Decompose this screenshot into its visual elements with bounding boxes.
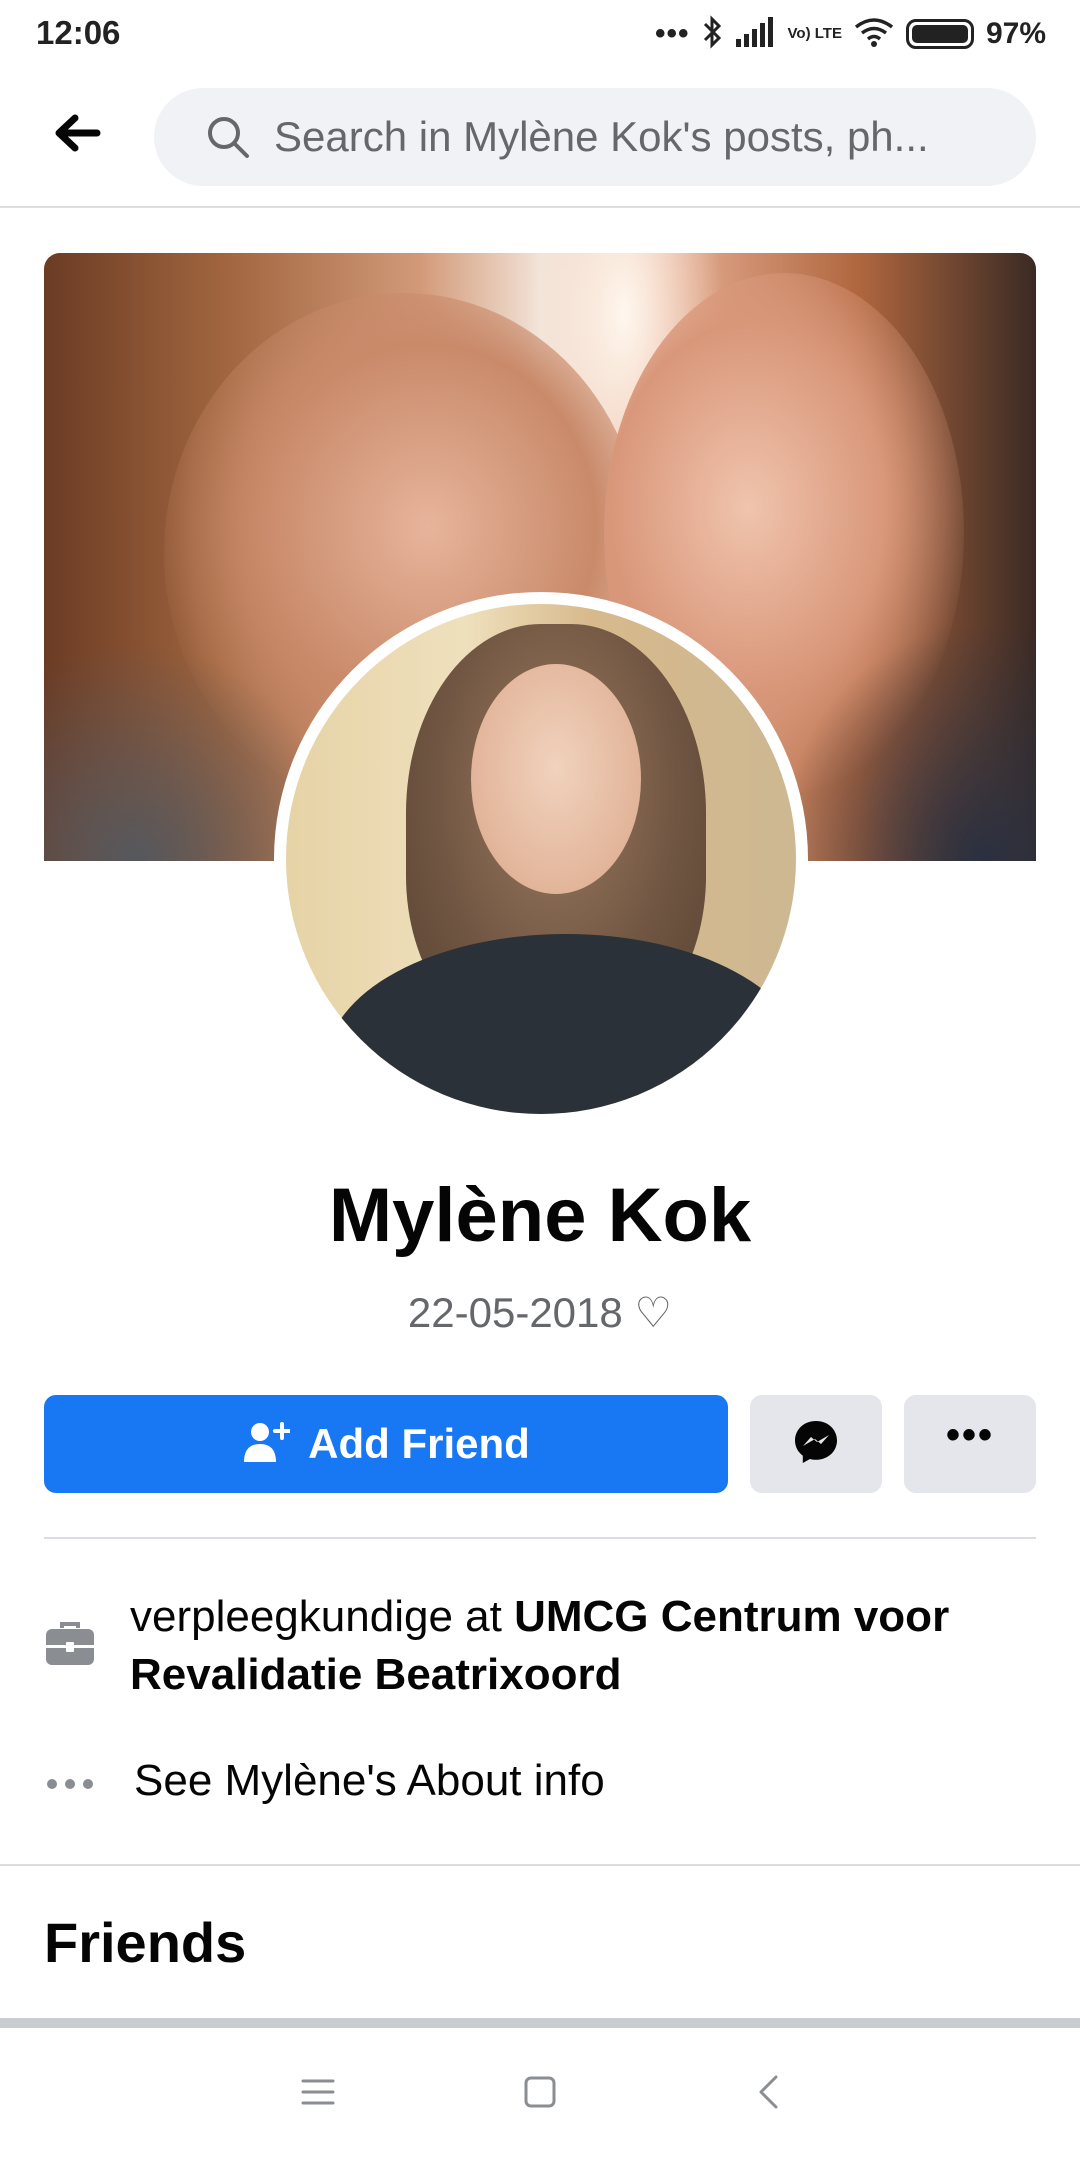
about-info-link[interactable]: See Mylène's About info bbox=[44, 1752, 1036, 1810]
square-home-icon bbox=[523, 2075, 557, 2114]
more-horizontal-icon bbox=[44, 1758, 96, 1810]
nav-back-button[interactable] bbox=[738, 2064, 798, 2124]
status-bar: 12:06 ••• Vo) LTE 97% bbox=[0, 0, 1080, 66]
divider bbox=[44, 1537, 1036, 1539]
battery-percent: 97% bbox=[985, 17, 1046, 50]
profile-name: Mylène Kok bbox=[328, 1173, 752, 1258]
more-options-button[interactable]: ••• bbox=[904, 1395, 1036, 1493]
back-button[interactable] bbox=[44, 102, 110, 168]
friends-section-title: Friends bbox=[44, 1911, 247, 1974]
section-separator bbox=[0, 1864, 1080, 1866]
profile-picture[interactable] bbox=[274, 592, 808, 1126]
add-friend-label: Add Friend bbox=[308, 1420, 530, 1467]
avatar-body bbox=[326, 934, 796, 1114]
avatar-face bbox=[471, 664, 641, 894]
add-friend-button[interactable]: Add Friend bbox=[44, 1395, 728, 1493]
profile-bio: 22-05-2018 ♡ bbox=[407, 1289, 673, 1336]
battery-icon bbox=[905, 19, 974, 49]
briefcase-icon bbox=[44, 1618, 96, 1670]
system-nav-bar bbox=[0, 2028, 1080, 2160]
notification-dots-icon: ••• bbox=[655, 17, 690, 50]
search-header: Search in Mylène Kok's posts, ph... bbox=[0, 66, 1080, 208]
search-placeholder: Search in Mylène Kok's posts, ph... bbox=[274, 113, 929, 160]
work-text: verpleegkundige at UMCG Centrum voor Rev… bbox=[130, 1588, 990, 1704]
nav-home-button[interactable] bbox=[510, 2064, 570, 2124]
about-link-label: See Mylène's About info bbox=[134, 1756, 605, 1805]
wifi-icon bbox=[854, 17, 894, 52]
cover-shade-right bbox=[776, 621, 1036, 861]
more-horizontal-icon: ••• bbox=[945, 1413, 994, 1457]
nav-menu-button[interactable] bbox=[288, 2064, 348, 2124]
arrow-left-icon bbox=[53, 113, 101, 158]
person-plus-icon bbox=[242, 1420, 292, 1469]
signal-icon bbox=[735, 16, 776, 52]
chevron-left-icon bbox=[756, 2074, 780, 2115]
menu-icon bbox=[301, 2078, 335, 2111]
section-separator bbox=[0, 2018, 1080, 2028]
message-button[interactable] bbox=[750, 1395, 882, 1493]
messenger-icon bbox=[792, 1418, 840, 1471]
search-icon bbox=[206, 114, 252, 160]
bluetooth-icon bbox=[702, 14, 724, 54]
work-info: verpleegkundige at UMCG Centrum voor Rev… bbox=[44, 1588, 1036, 1704]
status-time: 12:06 bbox=[36, 14, 121, 51]
volte-lte-icon: Vo) LTE bbox=[787, 25, 842, 42]
search-input[interactable]: Search in Mylène Kok's posts, ph... bbox=[154, 88, 1036, 186]
status-icons: ••• Vo) LTE 97% bbox=[655, 14, 1046, 54]
avatar bbox=[286, 604, 796, 1114]
work-position: verpleegkundige at bbox=[130, 1592, 515, 1641]
